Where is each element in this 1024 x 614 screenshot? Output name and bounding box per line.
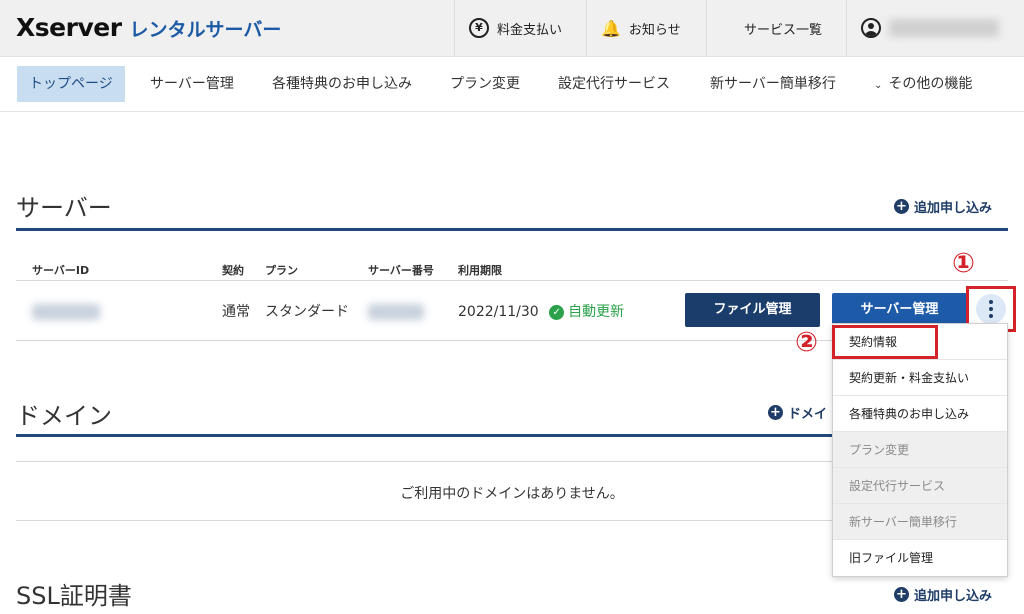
nav-server-management[interactable]: サーバー管理 — [138, 66, 246, 102]
grid-icon — [721, 21, 736, 36]
menu-item-setup-service: 設定代行サービス — [833, 468, 1007, 504]
payment-label: 料金支払い — [497, 22, 563, 38]
server-actions-dropdown: 契約情報 契約更新・料金支払い 各種特典のお申し込み プラン変更 設定代行サービ… — [832, 323, 1008, 577]
logo-brand: Xserver — [16, 13, 122, 42]
nav-setup-service[interactable]: 設定代行サービス — [546, 66, 682, 102]
file-management-button[interactable]: ファイル管理 — [685, 293, 820, 327]
server-id-redacted — [32, 304, 100, 320]
menu-item-old-file-manager[interactable]: 旧ファイル管理 — [833, 540, 1007, 576]
user-icon — [861, 18, 881, 38]
col-contract: 契約 — [222, 264, 244, 277]
services-link[interactable]: サービス一覧 — [706, 0, 846, 56]
user-menu[interactable] — [846, 0, 1024, 56]
plus-circle-icon: + — [894, 199, 909, 214]
ssl-section-title: SSL証明書 — [16, 582, 132, 610]
contract-info-highlight — [832, 325, 938, 359]
col-plan: プラン — [265, 264, 298, 277]
server-section-title: サーバー — [16, 194, 112, 222]
yen-icon: ¥ — [469, 18, 489, 38]
server-number-redacted — [368, 304, 424, 320]
server-add-link[interactable]: + 追加申し込み — [894, 197, 992, 216]
period-date: 2022/11/30 — [458, 304, 539, 320]
domain-add-link[interactable]: + ドメイ — [768, 403, 827, 422]
row-plan: スタンダード — [265, 304, 349, 320]
row-contract: 通常 — [222, 304, 250, 320]
notice-label: お知らせ — [628, 22, 681, 38]
table-row-divider — [16, 340, 832, 341]
server-section-rule — [16, 228, 1008, 231]
row-period: 2022/11/30 ✓ 自動更新 — [458, 301, 624, 321]
logo-subtitle: レンタルサーバー — [129, 19, 282, 41]
chevron-down-icon: ⌄ — [874, 80, 883, 91]
nav-top-page[interactable]: トップページ — [17, 66, 125, 102]
nav-other-features[interactable]: ⌄ その他の機能 — [862, 66, 984, 102]
nav-plan-change[interactable]: プラン変更 — [438, 66, 532, 102]
main-nav: トップページ サーバー管理 各種特典のお申し込み プラン変更 設定代行サービス … — [0, 57, 1024, 112]
domain-section-title: ドメイン — [16, 402, 112, 430]
server-add-label: 追加申し込み — [914, 201, 993, 216]
menu-item-plan-change: プラン変更 — [833, 432, 1007, 468]
ssl-add-link[interactable]: + 追加申し込み — [894, 585, 992, 604]
check-circle-icon: ✓ — [549, 304, 565, 320]
menu-item-migration: 新サーバー簡単移行 — [833, 504, 1007, 540]
annotation-step-1: ① — [952, 248, 975, 279]
nav-benefits[interactable]: 各種特典のお申し込み — [260, 66, 424, 102]
table-header-divider — [16, 280, 1008, 281]
menu-item-benefits[interactable]: 各種特典のお申し込み — [833, 396, 1007, 432]
nav-other-label: その他の機能 — [888, 76, 973, 92]
notice-link[interactable]: 🔔 お知らせ — [586, 0, 706, 56]
kebab-menu-icon[interactable] — [976, 294, 1006, 324]
renew-status: ✓ 自動更新 — [549, 304, 624, 320]
col-period: 利用期限 — [458, 264, 502, 277]
username-redacted — [889, 19, 999, 37]
payment-link[interactable]: ¥ 料金支払い — [454, 0, 586, 56]
plus-circle-icon: + — [768, 405, 783, 420]
annotation-step-2: ② — [795, 327, 818, 358]
menu-item-renew-payment[interactable]: 契約更新・料金支払い — [833, 360, 1007, 396]
header-bar: Xserver レンタルサーバー ¥ 料金支払い 🔔 お知らせ サービス一覧 — [0, 0, 1024, 57]
nav-migration[interactable]: 新サーバー簡単移行 — [698, 66, 848, 102]
domain-add-label: ドメイ — [788, 407, 828, 422]
bell-icon: 🔔 — [601, 18, 621, 38]
col-server-id: サーバーID — [32, 264, 90, 277]
server-management-button[interactable]: サーバー管理 — [832, 293, 967, 327]
ssl-add-label: 追加申し込み — [914, 589, 993, 604]
services-label: サービス一覧 — [744, 22, 823, 38]
renew-label: 自動更新 — [568, 304, 625, 320]
col-server-number: サーバー番号 — [368, 264, 434, 277]
plus-circle-icon: + — [894, 587, 909, 602]
logo[interactable]: Xserver レンタルサーバー — [16, 13, 281, 45]
